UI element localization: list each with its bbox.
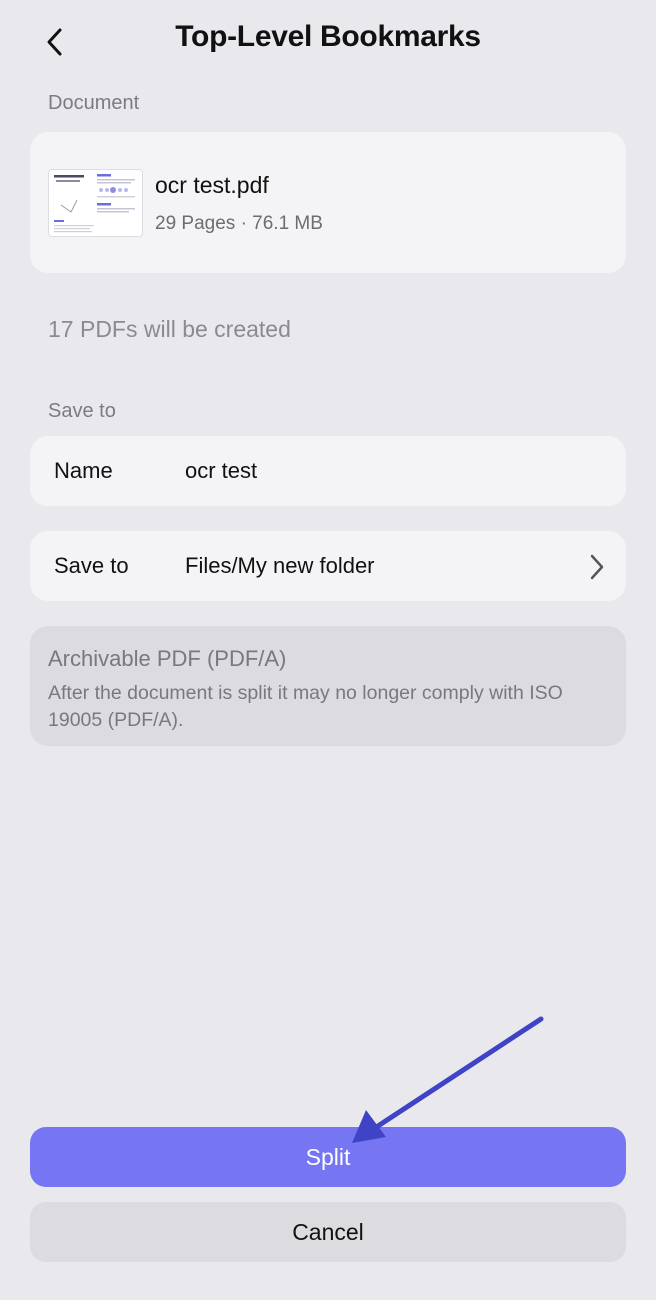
split-screen: Top-Level Bookmarks Document ocr test.pd…: [0, 0, 656, 1300]
document-meta: 29 Pages · 76.1 MB: [155, 213, 323, 234]
page-title: Top-Level Bookmarks: [175, 20, 481, 53]
split-button[interactable]: Split: [30, 1127, 626, 1187]
document-section-label: Document: [48, 92, 140, 114]
save-location-label: Save to: [54, 553, 129, 578]
save-location-value: Files/My new folder: [185, 553, 375, 578]
document-name: ocr test.pdf: [155, 172, 269, 198]
document-thumbnail: [48, 169, 143, 237]
pdfa-notice: Archivable PDF (PDF/A) After the documen…: [30, 626, 626, 746]
chevron-right-icon: [590, 554, 604, 580]
header: Top-Level Bookmarks: [0, 0, 656, 80]
name-value[interactable]: ocr test: [185, 458, 257, 484]
name-label: Name: [54, 458, 113, 483]
cancel-button[interactable]: Cancel: [30, 1202, 626, 1262]
save-section-label: Save to: [48, 400, 116, 422]
save-location-row[interactable]: Save to Files/My new folder: [30, 531, 626, 601]
document-card[interactable]: ocr test.pdf 29 Pages · 76.1 MB: [30, 132, 626, 273]
pdfa-description: After the document is split it may no lo…: [48, 682, 563, 731]
name-field[interactable]: Name ocr test: [30, 436, 626, 506]
pdfs-created-count: 17 PDFs will be created: [48, 316, 291, 342]
pdfa-title: Archivable PDF (PDF/A): [48, 646, 287, 671]
